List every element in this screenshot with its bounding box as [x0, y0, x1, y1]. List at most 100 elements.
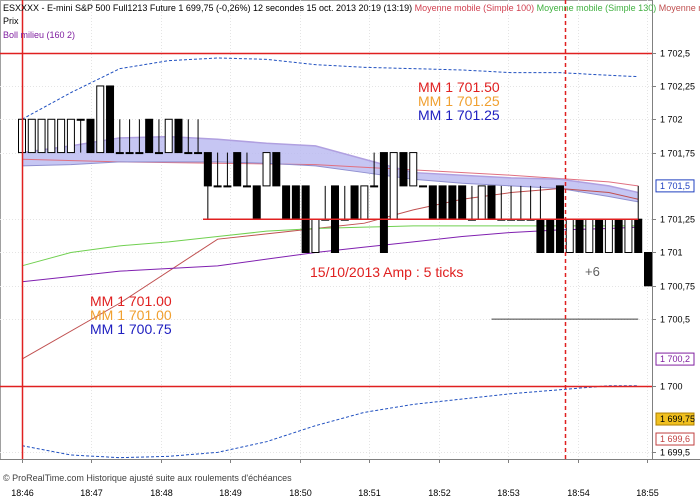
prix-label: Prix: [3, 16, 19, 26]
price-box-label: 1 699,6: [660, 434, 690, 444]
candle[interactable]: [614, 218, 623, 253]
candle[interactable]: [379, 152, 388, 253]
candle[interactable]: [57, 118, 66, 154]
candle[interactable]: [252, 185, 261, 220]
candle-body: [438, 185, 447, 220]
candle[interactable]: [96, 85, 105, 154]
header-line-1: ESXXXX - E-mini S&P 500 Full1213 Future …: [3, 3, 700, 13]
candle[interactable]: [350, 185, 359, 220]
candle[interactable]: [585, 218, 594, 253]
candle-body: [595, 218, 604, 253]
x-tick-label: 18:51: [358, 488, 381, 498]
candle[interactable]: [47, 118, 56, 154]
candle[interactable]: [595, 218, 604, 253]
y-tick-label: 1 702,5: [660, 49, 690, 59]
x-tick-label: 18:52: [428, 488, 451, 498]
candle-body: [585, 218, 594, 253]
candle-body: [194, 152, 203, 155]
candle-body: [624, 218, 633, 253]
y-tick-label: 1 701,75: [660, 149, 695, 159]
candle-body: [565, 218, 574, 253]
candle[interactable]: [565, 218, 574, 253]
candle[interactable]: [360, 185, 369, 220]
candle-body: [487, 185, 496, 220]
candle-body: [370, 185, 379, 188]
candle[interactable]: [27, 118, 36, 154]
x-tick-label: 18:50: [289, 488, 312, 498]
candle[interactable]: [487, 185, 496, 220]
y-tick-label: 1 702,25: [660, 82, 695, 92]
candle-body: [242, 185, 251, 188]
annotation-left: MM 1 701.00 MM 1 701.00 MM 1 700.75: [90, 293, 172, 337]
price-box-label: 1 701,5: [660, 181, 690, 191]
date-amplitude-label: 15/10/2013 Amp : 5 ticks: [310, 264, 463, 280]
candle[interactable]: [311, 218, 320, 253]
candle[interactable]: [233, 152, 242, 187]
price-box: 1 700,2: [655, 352, 695, 366]
y-tick-label: 1 701,25: [660, 215, 695, 225]
candle[interactable]: [546, 218, 555, 253]
x-tick-label: 18:49: [219, 488, 242, 498]
candle[interactable]: [86, 118, 95, 154]
x-tick-label: 18:53: [497, 488, 520, 498]
candle[interactable]: [438, 185, 447, 220]
price-box: 1 699,6: [655, 432, 695, 446]
candle[interactable]: [644, 251, 652, 287]
plus-six-label: +6: [585, 264, 600, 279]
candle-body: [164, 118, 173, 154]
candle[interactable]: [428, 185, 437, 220]
candle-body: [360, 185, 369, 220]
annotation-mm-blue: MM 1 701.25: [418, 107, 500, 123]
candle[interactable]: [145, 118, 154, 154]
y-tick-label: 1 702: [660, 115, 683, 125]
header-segment-0: ESXXXX - E-mini S&P 500 Full1213 Future …: [3, 3, 412, 13]
candle-body: [57, 118, 66, 154]
candle-body: [379, 152, 388, 253]
candle-body: [428, 185, 437, 220]
candle-body: [47, 118, 56, 154]
candle-body: [135, 152, 144, 155]
candle[interactable]: [164, 118, 173, 154]
candle-body: [634, 218, 643, 253]
candle[interactable]: [409, 152, 418, 187]
candlestick-chart[interactable]: 1 702,5 1 702,25 1 702 1 701,75 1 701,25 1 70…: [0, 0, 700, 500]
candle-body: [291, 185, 300, 220]
x-tick-label: 18:54: [567, 488, 590, 498]
header-segment-3: Moyenne mobile (Exponentielle 35): [656, 3, 700, 13]
candle[interactable]: [477, 185, 486, 220]
candle[interactable]: [575, 218, 584, 253]
candle[interactable]: [604, 218, 613, 253]
candle[interactable]: [262, 152, 271, 187]
candle[interactable]: [272, 152, 281, 187]
candle-body: [96, 85, 105, 154]
candle[interactable]: [66, 118, 75, 154]
candle[interactable]: [106, 85, 115, 154]
candle-body: [115, 152, 124, 155]
candle[interactable]: [37, 118, 46, 154]
candle-body: [27, 118, 36, 154]
candle[interactable]: [389, 152, 398, 220]
candle[interactable]: [399, 152, 408, 187]
candle[interactable]: [448, 185, 457, 220]
price-box-label: 1 700,2: [660, 354, 690, 364]
header-line-2: Boll milieu (160 2): [3, 30, 75, 40]
candle[interactable]: [174, 118, 183, 154]
x-tick-label: 18:46: [11, 488, 34, 498]
candle-body: [458, 185, 467, 220]
candle-body: [66, 118, 75, 154]
candle-body: [546, 218, 555, 253]
candle-body: [213, 185, 222, 188]
candle[interactable]: [291, 185, 300, 220]
candle-body: [76, 118, 85, 121]
candle[interactable]: [282, 185, 291, 220]
candle-body: [448, 185, 457, 220]
footer-copyright: © ProRealTime.com Historique ajusté suit…: [3, 473, 292, 483]
candle-body: [145, 118, 154, 154]
candle[interactable]: [419, 185, 428, 188]
y-tick-label: 1 700,5: [660, 315, 690, 325]
x-tick-label: 18:55: [636, 488, 659, 498]
candle[interactable]: [458, 185, 467, 220]
candle[interactable]: [624, 218, 633, 253]
candle-body: [614, 218, 623, 253]
chart-window: 1 702,5 1 702,25 1 702 1 701,75 1 701,25 1 70…: [0, 0, 700, 500]
